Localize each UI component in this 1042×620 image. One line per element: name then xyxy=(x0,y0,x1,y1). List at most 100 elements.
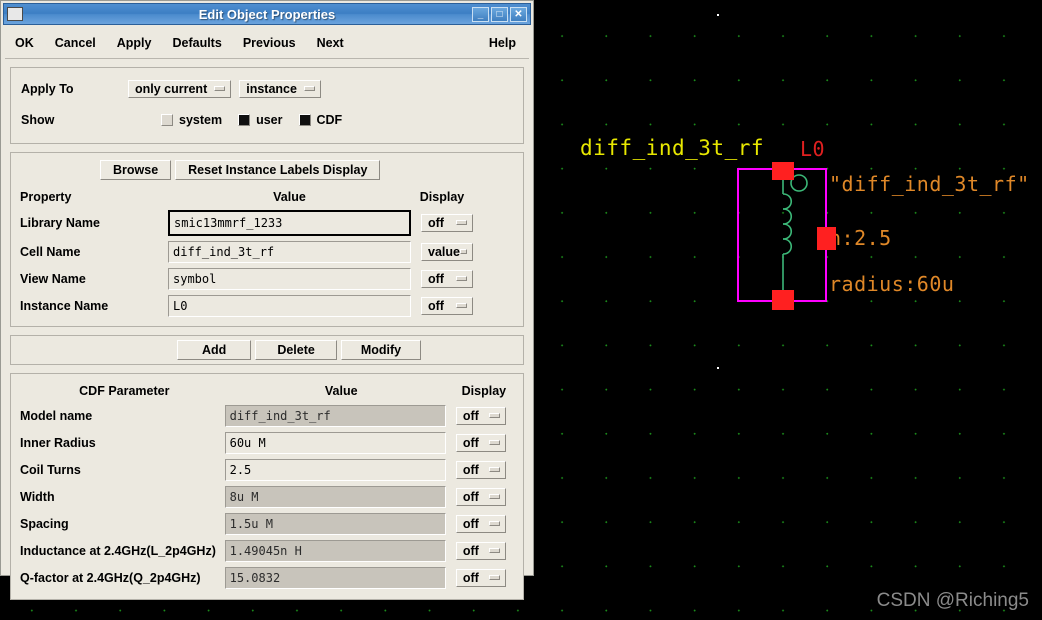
maximize-icon[interactable]: □ xyxy=(491,6,508,22)
spacing-display-dropdown[interactable]: off xyxy=(455,515,506,533)
browse-button[interactable]: Browse xyxy=(100,160,172,180)
add-button[interactable]: Add xyxy=(177,340,252,360)
show-checkbox-system-label: system xyxy=(179,113,223,127)
property-row-library-name: Library Name off xyxy=(20,210,514,236)
q-factor-input[interactable] xyxy=(224,567,446,589)
spacing-input[interactable] xyxy=(224,513,446,535)
cdf-parameter-label: Inductance at 2.4GHz(L_2p4GHz) xyxy=(20,544,216,558)
q-factor-display-dropdown[interactable]: off xyxy=(455,569,506,587)
model-name-display-dropdown[interactable]: off xyxy=(455,407,506,425)
inner-radius-input[interactable] xyxy=(224,432,446,454)
cell-name-display-dropdown[interactable]: value xyxy=(421,243,473,261)
instance-name-display-dropdown[interactable]: off xyxy=(421,297,473,315)
show-checkbox-user[interactable]: user xyxy=(238,113,283,127)
previous-button[interactable]: Previous xyxy=(232,31,306,55)
close-icon[interactable]: ✕ xyxy=(510,6,527,22)
cdf-row-q-factor: Q-factor at 2.4GHz(Q_2p4GHz) off xyxy=(20,567,514,589)
grid-origin-dot xyxy=(717,367,719,369)
width-input[interactable] xyxy=(224,486,446,508)
property-row-view-name: View Name off xyxy=(20,268,514,290)
apply-to-label: Apply To xyxy=(21,82,74,96)
coil-turns-input[interactable] xyxy=(224,459,446,481)
property-row-cell-name: Cell Name value xyxy=(20,241,514,263)
cdf-parameter-group: CDF Parameter Value Display Model name o… xyxy=(10,373,524,600)
modify-button[interactable]: Modify xyxy=(340,340,422,360)
dialog-titlebar[interactable]: Edit Object Properties _ □ ✕ xyxy=(3,3,531,25)
dialog-action-menubar: OK Cancel Apply Defaults Previous Next H… xyxy=(5,28,529,59)
cdf-parameter-label: Q-factor at 2.4GHz(Q_2p4GHz) xyxy=(20,571,201,585)
coil-turns-display-dropdown[interactable]: off xyxy=(455,461,506,479)
inductance-input[interactable] xyxy=(224,540,446,562)
schematic-turns-label: n:2.5 xyxy=(829,226,892,250)
reset-instance-labels-display-button[interactable]: Reset Instance Labels Display xyxy=(175,160,381,180)
display-value: off xyxy=(428,298,444,313)
schematic-radius-label: radius:60u xyxy=(829,272,955,296)
property-label: View Name xyxy=(20,272,86,286)
chevron-down-icon xyxy=(459,249,467,254)
inner-radius-display-dropdown[interactable]: off xyxy=(455,434,506,452)
show-checkbox-user-label: user xyxy=(256,113,283,127)
cdf-parameter-label: Model name xyxy=(20,409,93,423)
instance-name-input[interactable] xyxy=(168,295,411,317)
cancel-button[interactable]: Cancel xyxy=(44,31,106,55)
display-value: value xyxy=(428,244,460,259)
property-label: Cell Name xyxy=(20,245,81,259)
show-label: Show xyxy=(21,113,55,127)
display-value: off xyxy=(462,543,479,558)
inductance-display-dropdown[interactable]: off xyxy=(455,542,506,560)
apply-to-scope-value: only current xyxy=(135,81,208,96)
show-checkbox-cdf[interactable]: CDF xyxy=(298,113,343,127)
apply-to-group: Apply To only current instance Show syst… xyxy=(10,67,524,144)
chevron-down-icon xyxy=(303,86,315,91)
view-name-input[interactable] xyxy=(168,268,411,290)
view-name-display-dropdown[interactable]: off xyxy=(421,270,473,288)
chevron-down-icon xyxy=(488,467,500,472)
next-button[interactable]: Next xyxy=(306,31,354,55)
apply-to-scope-dropdown[interactable]: only current xyxy=(128,80,232,98)
minimize-icon[interactable]: _ xyxy=(472,6,489,22)
chevron-down-icon xyxy=(456,220,467,225)
inductor-pin-center-tap[interactable] xyxy=(817,227,836,250)
defaults-button[interactable]: Defaults xyxy=(162,31,232,55)
window-icon xyxy=(7,7,23,21)
chevron-down-icon xyxy=(456,276,467,281)
property-group: Browse Reset Instance Labels Display Pro… xyxy=(10,152,524,327)
apply-to-object-value: instance xyxy=(246,81,297,96)
cell-name-input[interactable] xyxy=(168,241,411,263)
property-action-bar: Add Delete Modify xyxy=(10,335,524,365)
display-value: off xyxy=(462,570,479,585)
apply-to-row: Apply To only current instance xyxy=(21,78,513,100)
show-checkbox-cdf-label: CDF xyxy=(316,113,343,127)
width-display-dropdown[interactable]: off xyxy=(455,488,506,506)
display-value: off xyxy=(462,516,479,531)
value-column-header: Value xyxy=(273,189,306,204)
ok-button[interactable]: OK xyxy=(5,31,44,55)
inductor-pin-bottom[interactable] xyxy=(772,290,794,310)
display-value: off xyxy=(462,408,479,423)
checkbox-box xyxy=(238,114,251,126)
cdf-value-column-header: Value xyxy=(324,384,358,398)
display-value: off xyxy=(462,489,479,504)
cdf-parameter-label: Coil Turns xyxy=(20,463,81,477)
apply-to-object-dropdown[interactable]: instance xyxy=(239,80,321,98)
cdf-parameter-label: Width xyxy=(20,490,55,504)
cdf-parameter-label: Spacing xyxy=(20,517,69,531)
schematic-instance-label: L0 xyxy=(800,137,826,161)
show-checkbox-system[interactable]: system xyxy=(161,113,222,127)
chevron-down-icon xyxy=(488,548,500,553)
delete-button[interactable]: Delete xyxy=(255,340,337,360)
display-value: off xyxy=(428,215,444,230)
library-name-display-dropdown[interactable]: off xyxy=(421,214,473,232)
apply-button[interactable]: Apply xyxy=(106,31,162,55)
edit-object-properties-dialog: Edit Object Properties _ □ ✕ OK Cancel A… xyxy=(0,0,534,600)
model-name-input[interactable] xyxy=(224,405,446,427)
cdf-row-spacing: Spacing off xyxy=(20,513,514,535)
chevron-down-icon xyxy=(488,440,500,445)
help-button[interactable]: Help xyxy=(478,31,526,55)
library-name-input[interactable] xyxy=(168,210,411,236)
inductor-pin-top[interactable] xyxy=(772,162,794,180)
display-column-header: Display xyxy=(419,189,465,204)
window-controls: _ □ ✕ xyxy=(472,6,527,22)
grid-origin-dot xyxy=(717,14,719,16)
property-header-row: Property Value Display xyxy=(20,188,514,205)
